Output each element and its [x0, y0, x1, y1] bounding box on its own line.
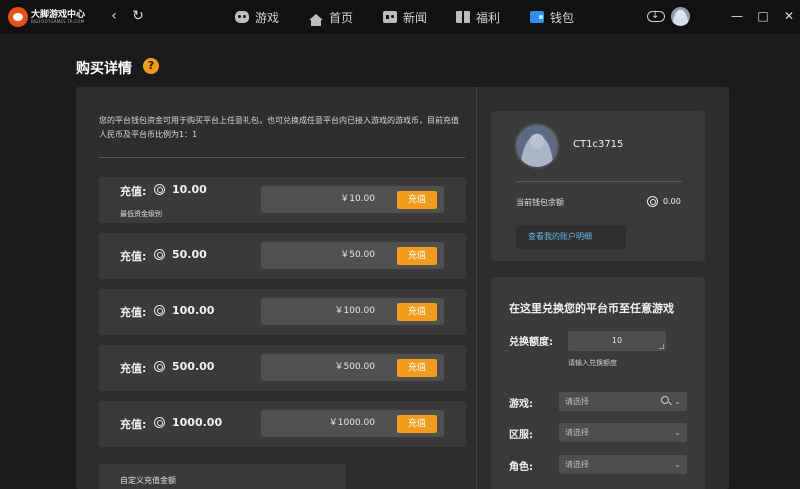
refresh-icon[interactable]: ↻: [130, 8, 146, 24]
recharge-option-row: 充值: 100.00 ￥100.00 充值: [99, 289, 466, 335]
coin-icon: [154, 361, 165, 372]
wallet-icon: [530, 11, 544, 23]
exchange-amount-label: 兑换额度:: [509, 337, 553, 348]
recharge-label: 充值:: [120, 250, 147, 263]
coin-icon: [154, 249, 165, 260]
price-box: ￥10.00 充值: [261, 186, 444, 213]
role-select-label: 角色:: [509, 462, 533, 473]
server-select-label: 区服:: [509, 430, 533, 441]
gamepad-icon: [235, 11, 249, 23]
role-select-placeholder: 请选择: [565, 460, 589, 469]
user-avatar-small[interactable]: [671, 7, 690, 26]
search-icon[interactable]: [661, 396, 669, 404]
minimize-button[interactable]: —: [729, 8, 745, 24]
recharge-label: 充值:: [120, 185, 147, 198]
nav-item-label: 游戏: [255, 10, 280, 25]
recharge-button[interactable]: 充值: [397, 303, 437, 321]
account-details-button[interactable]: 查看我的账户明细: [516, 225, 626, 249]
user-avatar: [516, 125, 558, 167]
nav-item-label: 福利: [476, 10, 501, 25]
username: CT1c3715: [573, 139, 624, 150]
help-icon[interactable]: ?: [143, 58, 159, 74]
back-icon[interactable]: ‹: [106, 8, 122, 24]
bigfoot-logo-icon: [8, 7, 28, 27]
nav-item-label: 新闻: [403, 10, 428, 25]
recharge-option-row: 充值: 1000.00 ￥1000.00 充值: [99, 401, 466, 447]
exchange-amount-hint: 请输入兑换额度: [568, 359, 617, 367]
nav-item-label: 首页: [329, 10, 354, 25]
coin-icon: [647, 196, 658, 207]
price-value: ￥10.00: [340, 194, 375, 204]
close-button[interactable]: ✕: [781, 8, 797, 24]
recharge-amount: 50.00: [172, 248, 207, 261]
price-box: ￥50.00 充值: [261, 242, 444, 269]
recharge-label: 充值:: [120, 362, 147, 375]
price-value: ￥50.00: [340, 250, 375, 260]
exchange-card: 在这里兑换您的平台币至任意游戏 兑换额度: 10 请输入兑换额度 游戏: 请选择…: [491, 277, 705, 489]
panel-divider: [476, 87, 477, 489]
page-title: 购买详情: [76, 61, 132, 77]
price-box: ￥100.00 充值: [261, 298, 444, 325]
price-box: ￥1000.00 充值: [261, 410, 444, 437]
app-logo[interactable]: 大脚游戏中心 BIGFOOTGAMES.TR.COM: [8, 6, 94, 28]
nav-item-games[interactable]: 游戏: [235, 8, 279, 26]
game-select-label: 游戏:: [509, 399, 533, 410]
recharge-amount: 100.00: [172, 304, 215, 317]
game-select[interactable]: 请选择 ⌄: [559, 392, 687, 411]
intro-divider: [99, 157, 465, 158]
coin-icon: [154, 417, 165, 428]
nav-item-home[interactable]: 首页: [309, 8, 353, 26]
logo-subtitle: BIGFOOTGAMES.TR.COM: [31, 19, 85, 24]
exchange-amount-input[interactable]: 10: [568, 331, 666, 351]
chevron-down-icon: ⌄: [674, 397, 681, 406]
recharge-button[interactable]: 充值: [397, 191, 437, 209]
recharge-option-row: 充值: 500.00 ￥500.00 充值: [99, 345, 466, 391]
price-value: ￥1000.00: [328, 418, 375, 428]
user-wallet-card: CT1c3715 当前钱包余额 0.00 查看我的账户明细: [491, 111, 705, 261]
cloud-download-icon[interactable]: [646, 8, 665, 24]
recharge-amount: 10.00: [172, 183, 207, 196]
recharge-option-row: 充值: 50.00 ￥50.00 充值: [99, 233, 466, 279]
user-divider: [516, 181, 682, 182]
recharge-button[interactable]: 充值: [397, 247, 437, 265]
nav-item-wallet[interactable]: 钱包: [530, 8, 574, 26]
recharge-label: 充值:: [120, 418, 147, 431]
home-icon: [309, 14, 323, 26]
nav-item-news[interactable]: 新闻: [383, 8, 427, 26]
recharge-amount: 500.00: [172, 360, 215, 373]
role-select[interactable]: 请选择 ⌄: [559, 455, 687, 474]
maximize-button[interactable]: □: [755, 8, 771, 24]
custom-recharge-box[interactable]: 自定义充值金额: [99, 464, 346, 489]
chevron-down-icon: ⌄: [674, 428, 681, 437]
price-box: ￥500.00 充值: [261, 354, 444, 381]
title-bar: 大脚游戏中心 BIGFOOTGAMES.TR.COM ‹ ↻ 游戏 首页 新闻 …: [0, 0, 800, 34]
chevron-down-icon: ⌄: [674, 460, 681, 469]
gift-icon: [456, 11, 470, 23]
balance-value: 0.00: [663, 197, 681, 206]
exchange-title: 在这里兑换您的平台币至任意游戏: [509, 302, 674, 315]
news-icon: [383, 11, 397, 23]
recharge-option-row: 充值: 10.00 最低资金级别 ￥10.00 充值: [99, 177, 466, 223]
min-level-note: 最低资金级别: [120, 210, 162, 218]
server-select-placeholder: 请选择: [565, 428, 589, 437]
game-select-placeholder: 请选择: [565, 397, 589, 406]
recharge-button[interactable]: 充值: [397, 415, 437, 433]
custom-recharge-label: 自定义充值金额: [120, 476, 176, 485]
recharge-label: 充值:: [120, 306, 147, 319]
server-select[interactable]: 请选择 ⌄: [559, 423, 687, 442]
price-value: ￥100.00: [334, 306, 376, 316]
price-value: ￥500.00: [334, 362, 376, 372]
recharge-amount: 1000.00: [172, 416, 223, 429]
nav-item-label: 钱包: [550, 10, 575, 25]
coin-icon: [154, 184, 165, 195]
wallet-intro-text: 您的平台钱包资金可用于购买平台上任意礼包，也可兑换成任意平台内已接入游戏的游戏币…: [99, 116, 459, 139]
balance-label: 当前钱包余额: [516, 198, 564, 207]
coin-icon: [154, 305, 165, 316]
nav-item-welfare[interactable]: 福利: [456, 8, 500, 26]
recharge-button[interactable]: 充值: [397, 359, 437, 377]
